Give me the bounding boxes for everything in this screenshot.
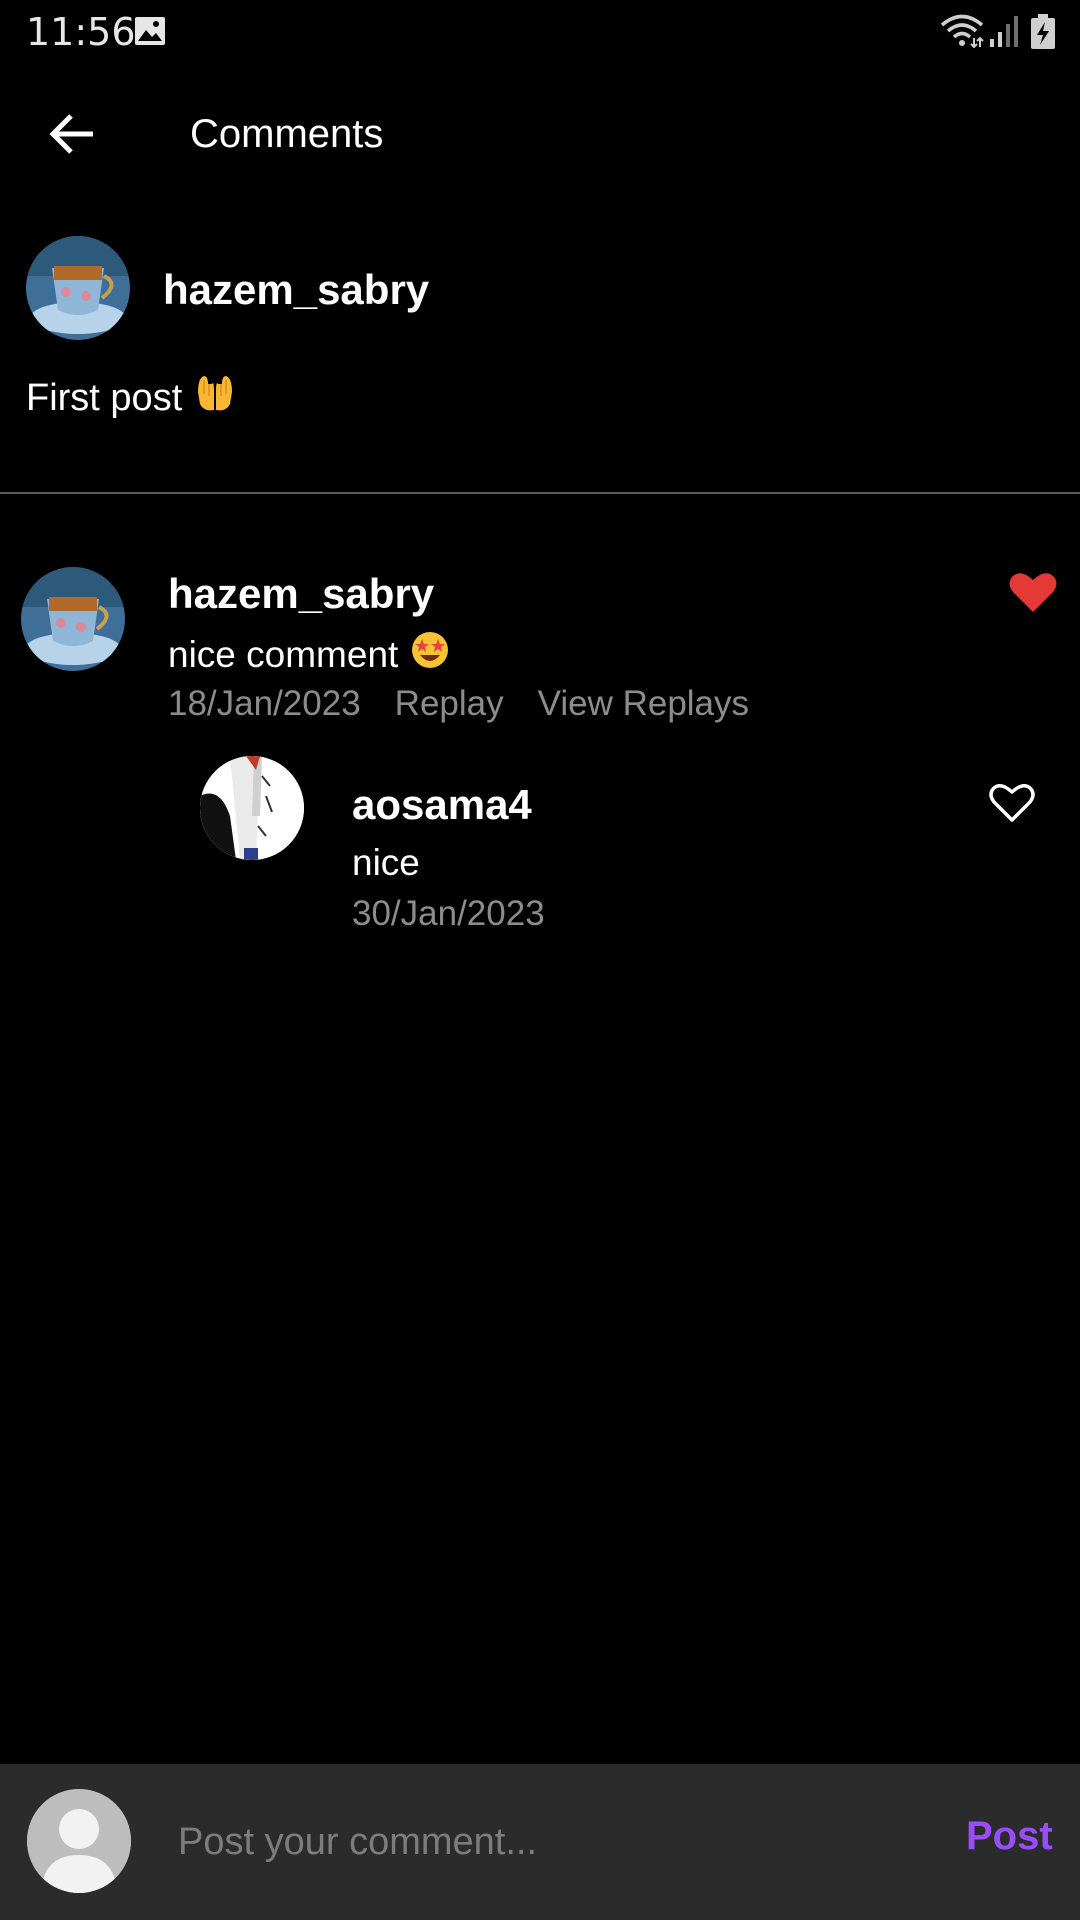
view-replies-button[interactable]: View Replays: [538, 684, 749, 724]
gallery-icon: [134, 16, 166, 51]
user-avatar-placeholder-icon: [27, 1789, 131, 1893]
reply-button[interactable]: Replay: [395, 684, 504, 724]
comment-username[interactable]: hazem_sabry: [168, 570, 434, 618]
comment-date: 18/Jan/2023: [168, 684, 361, 723]
arrow-left-icon: [49, 112, 97, 161]
reply-text: nice: [352, 842, 420, 883]
comment-meta: 18/Jan/2023 Replay View Replays: [168, 684, 749, 724]
app-bar: Comments: [0, 80, 1080, 192]
signal-icon: [988, 14, 1020, 53]
palms-up-together-icon: [194, 372, 236, 424]
back-button[interactable]: [40, 110, 106, 162]
page-title: Comments: [190, 112, 384, 156]
post-text: First post: [26, 372, 236, 424]
reply-username[interactable]: aosama4: [352, 781, 532, 829]
comment-composer: Post: [0, 1764, 1080, 1920]
battery-charging-icon: [1030, 14, 1056, 55]
post-text-label: First post: [26, 376, 183, 419]
heart-outline-icon[interactable]: [988, 781, 1036, 828]
comment-avatar[interactable]: [21, 567, 125, 671]
post-button[interactable]: Post: [966, 1814, 1053, 1859]
wifi-icon: [940, 14, 984, 53]
reply-date: 30/Jan/2023: [352, 894, 545, 933]
status-bar: 11:56: [0, 0, 1080, 64]
comment-text-label: nice comment: [168, 633, 399, 675]
status-time: 11:56: [26, 10, 136, 54]
comment-text: nice comment: [168, 630, 450, 679]
heart-filled-icon[interactable]: [1008, 570, 1058, 619]
avatar[interactable]: [26, 236, 130, 340]
divider: [0, 492, 1080, 494]
post-username[interactable]: hazem_sabry: [163, 266, 429, 314]
reply-avatar[interactable]: [200, 756, 304, 860]
star-struck-icon: [410, 630, 450, 679]
comment-input[interactable]: [178, 1808, 918, 1876]
